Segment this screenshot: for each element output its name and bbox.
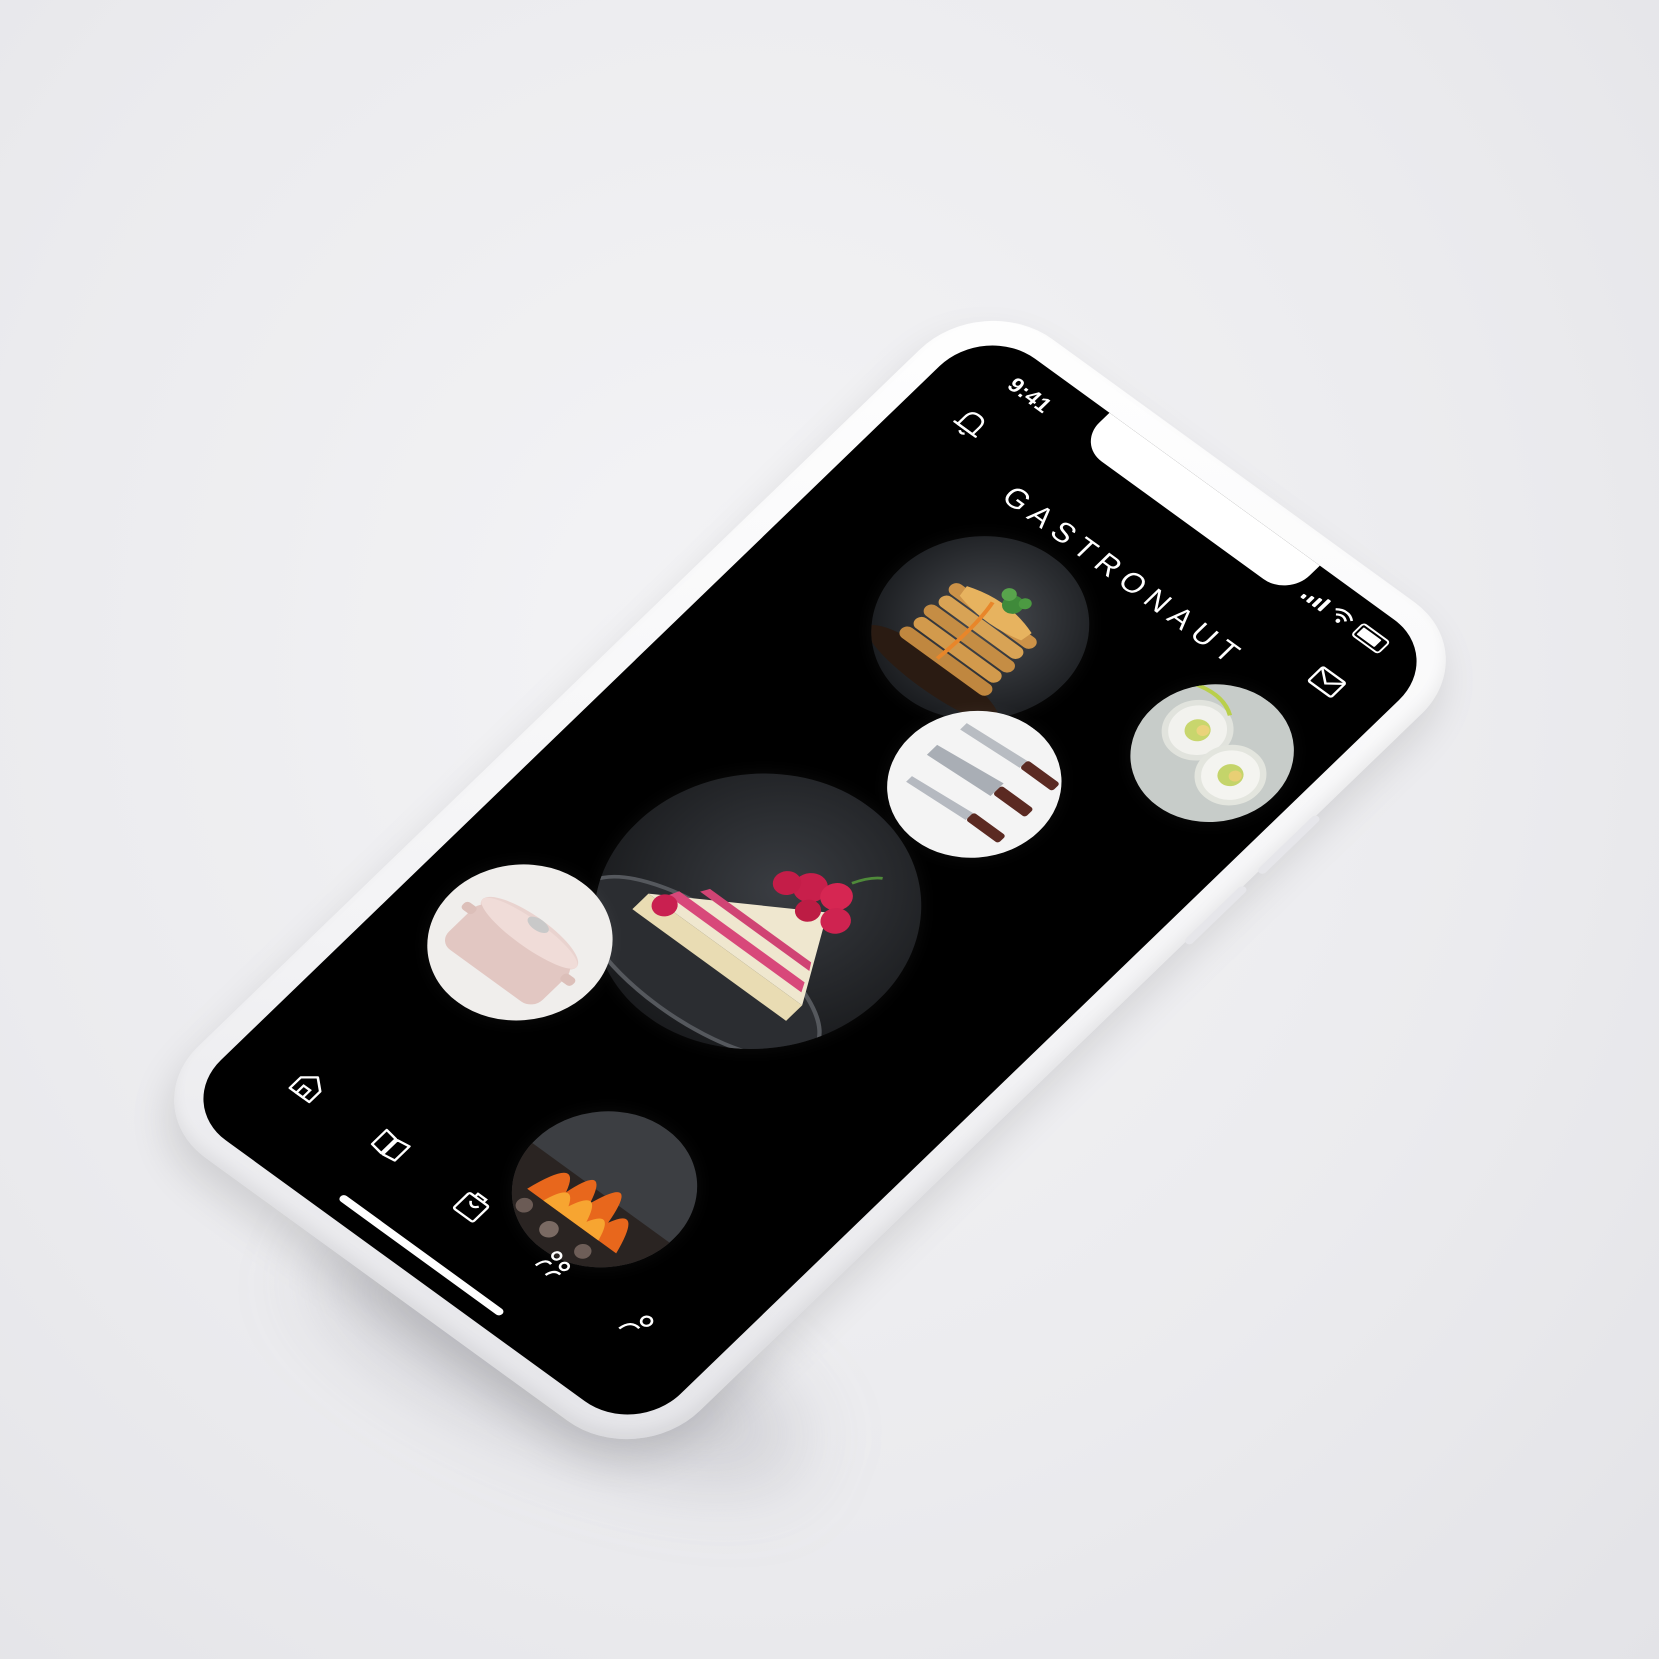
phone-screen: 9:41 GASTRONAUT xyxy=(175,322,1445,1438)
charcoal-fire-image[interactable] xyxy=(473,1079,736,1300)
tab-recipes[interactable] xyxy=(356,1116,427,1175)
shopping-bag-icon xyxy=(452,1192,490,1223)
book-icon xyxy=(371,1129,412,1162)
mockup-stage: 9:41 GASTRONAUT xyxy=(0,0,1659,1659)
home-icon xyxy=(288,1076,322,1104)
status-time: 9:41 xyxy=(1002,372,1058,418)
wifi-icon xyxy=(1335,608,1354,623)
status-indicators xyxy=(1299,585,1391,655)
tab-shop[interactable] xyxy=(438,1175,509,1234)
tab-profile[interactable] xyxy=(602,1295,673,1354)
battery-icon xyxy=(1350,622,1391,655)
person-icon xyxy=(618,1315,654,1330)
cellular-signal-icon xyxy=(1300,586,1332,612)
tab-home[interactable] xyxy=(273,1056,344,1115)
